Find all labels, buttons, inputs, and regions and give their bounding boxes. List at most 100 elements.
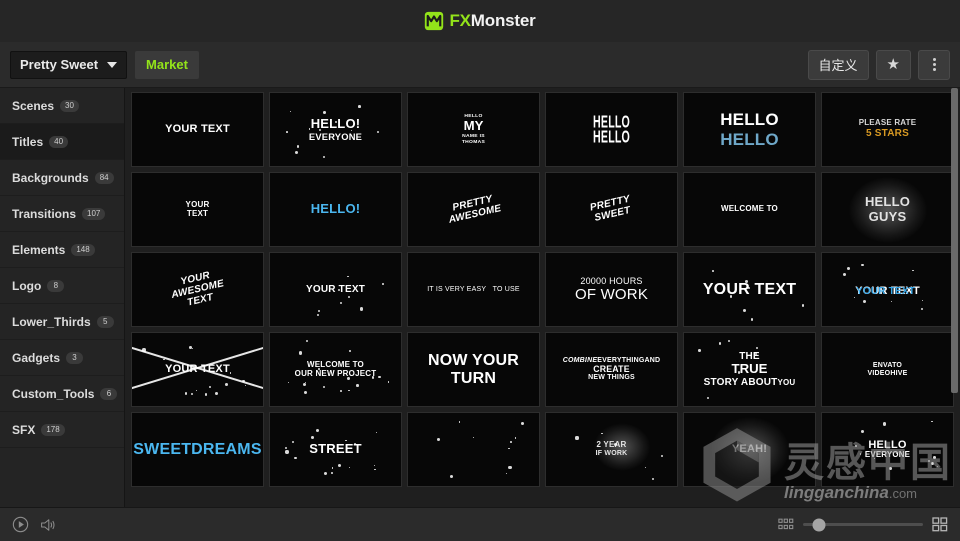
slider-handle[interactable] <box>812 518 826 531</box>
grid-item[interactable]: WELCOME TO OUR NEW PROJECT <box>269 332 402 407</box>
grid-item[interactable]: HELLO EVERYONE <box>821 412 954 487</box>
grid-item[interactable]: PRETTY SWEET <box>545 172 678 247</box>
sidebar-label: Scenes <box>12 98 55 113</box>
star-icon: ★ <box>886 56 900 73</box>
grid-item[interactable]: YEAH! <box>683 412 816 487</box>
grid-item[interactable]: COMBINEEVERYTHINGAND CREATE NEW THINGS <box>545 332 678 407</box>
watermark-url-tld: .com <box>888 486 918 501</box>
sidebar-label: Custom_Tools <box>12 386 95 401</box>
sidebar-label: Backgrounds <box>12 170 89 185</box>
template-grid: YOUR TEXT HELLO! EVERYONE HELLO MY NAME IS THO… <box>131 92 954 487</box>
sidebar-count-badge: 84 <box>94 171 114 184</box>
grid-item-label: NOW YOUR TURN <box>427 351 520 387</box>
sidebar-label: Transitions <box>12 206 77 221</box>
grid-item-label: YOUR AWESOME TEXT <box>170 269 225 309</box>
grid-item-label: HELLO! <box>310 201 361 217</box>
play-button[interactable] <box>12 516 29 533</box>
grid-item-label: HELLO HELLO <box>720 110 779 149</box>
grid-vertical-scrollbar[interactable] <box>951 88 958 393</box>
grid-item[interactable]: 20000 HOURS OF WORK <box>545 252 678 327</box>
grid-item[interactable]: HELLO! EVERYONE <box>269 92 402 167</box>
template-grid-panel: YOUR TEXT HELLO! EVERYONE HELLO MY NAME IS THO… <box>125 88 960 507</box>
grid-item[interactable]: THE TRUE STORY ABOUTYOU <box>683 332 816 407</box>
tab-market[interactable]: Market <box>135 50 199 79</box>
grid-item-label: YOUR TEXT <box>702 280 797 298</box>
small-grid-icon <box>778 518 794 530</box>
grid-item-label: IT IS VERY EASY TO USE <box>427 285 520 293</box>
grid-item-label: ENVATO VIDEOHIVE <box>867 361 908 377</box>
thumbnail-size-slider[interactable] <box>803 518 923 531</box>
grid-item-label: PRETTY AWESOME <box>447 194 503 227</box>
grid-item[interactable]: YOUR TEXT <box>683 252 816 327</box>
grid-item[interactable]: YOUR TEXT <box>269 252 402 327</box>
grid-item[interactable]: HELLOGUYS <box>821 172 954 247</box>
footer-toolbar <box>0 507 960 541</box>
app-title: FXMonster <box>449 11 535 31</box>
grid-item-label: YOUR TEXT <box>185 199 210 218</box>
customize-button[interactable]: 自定义 <box>807 49 869 80</box>
sidebar-item-custom-tools[interactable]: Custom_Tools 6 <box>0 376 124 412</box>
sidebar-count-badge: 40 <box>49 135 69 148</box>
grid-item[interactable]: HELLO HELLO <box>683 92 816 167</box>
sidebar-count-badge: 178 <box>41 423 65 436</box>
sidebar-item-backgrounds[interactable]: Backgrounds 84 <box>0 160 124 196</box>
sidebar-count-badge: 30 <box>60 99 79 112</box>
logo-fx-text: FX <box>449 11 471 30</box>
grid-item-label: THE TRUE STORY ABOUTYOU <box>703 350 796 388</box>
grid-item[interactable]: PLEASE RATE 5 STARS <box>821 92 954 167</box>
grid-item[interactable]: ENVATO VIDEOHIVE <box>821 332 954 407</box>
sidebar-count-badge: 5 <box>96 315 114 328</box>
grid-item-label: YOUR TEXT YOUR TEXT <box>855 284 920 297</box>
favorites-button[interactable]: ★ <box>875 49 911 80</box>
grid-item[interactable]: IT IS VERY EASY TO USE <box>407 252 540 327</box>
grid-item[interactable]: YOUR TEXT <box>131 332 264 407</box>
small-grid-button[interactable] <box>778 518 794 531</box>
sidebar-label: Elements <box>12 242 66 257</box>
grid-item[interactable]: HELLO HELLO <box>545 92 678 167</box>
grid-item-label: PLEASE RATE 5 STARS <box>858 118 917 140</box>
grid-item-label: SWEETDREAMS <box>133 440 262 458</box>
thumbnail-size-controls <box>778 517 948 532</box>
grid-item-label: HELLO EVERYONE <box>864 438 911 460</box>
sidebar-count-badge: 107 <box>82 207 106 220</box>
more-options-button[interactable] <box>918 49 950 80</box>
main-body: Scenes 30 Titles 40 Backgrounds 84 Trans… <box>0 88 960 507</box>
large-grid-button[interactable] <box>932 517 948 532</box>
sidebar-item-titles[interactable]: Titles 40 <box>0 124 124 160</box>
grid-item[interactable]: YOUR AWESOME TEXT <box>131 252 264 327</box>
sidebar-item-elements[interactable]: Elements 148 <box>0 232 124 268</box>
speaker-icon <box>41 518 55 531</box>
app-header: FXMonster <box>0 0 960 42</box>
grid-item[interactable]: YOUR TEXT <box>131 92 264 167</box>
sidebar-item-transitions[interactable]: Transitions 107 <box>0 196 124 232</box>
project-dropdown[interactable]: Pretty Sweet <box>10 50 128 79</box>
sidebar-item-lower-thirds[interactable]: Lower_Thirds 5 <box>0 304 124 340</box>
sidebar-label: Titles <box>12 134 44 149</box>
grid-item-label: HELLO HELLO <box>593 111 630 146</box>
volume-button[interactable] <box>39 517 57 533</box>
play-circle-icon <box>12 516 29 533</box>
category-sidebar: Scenes 30 Titles 40 Backgrounds 84 Trans… <box>0 88 125 507</box>
sidebar-item-gadgets[interactable]: Gadgets 3 <box>0 340 124 376</box>
grid-item[interactable]: WELCOME TO <box>683 172 816 247</box>
sidebar-label: Gadgets <box>12 350 61 365</box>
sidebar-count-badge: 148 <box>71 243 95 256</box>
grid-item-label: WELCOME TO <box>721 204 778 214</box>
grid-item[interactable]: HELLO! <box>269 172 402 247</box>
grid-item[interactable]: STREET <box>269 412 402 487</box>
grid-item[interactable]: PRETTY AWESOME <box>407 172 540 247</box>
grid-item[interactable]: YOUR TEXT YOUR TEXT <box>821 252 954 327</box>
sidebar-item-scenes[interactable]: Scenes 30 <box>0 88 124 124</box>
sidebar-item-sfx[interactable]: SFX 178 <box>0 412 124 448</box>
grid-item[interactable] <box>407 412 540 487</box>
chevron-down-icon <box>107 61 118 68</box>
grid-item[interactable]: 2 YEARIF WORK <box>545 412 678 487</box>
grid-item[interactable]: NOW YOUR TURN <box>407 332 540 407</box>
grid-item[interactable]: HELLO MY NAME IS THOMAS <box>407 92 540 167</box>
sidebar-item-logo[interactable]: Logo 8 <box>0 268 124 304</box>
sidebar-label: Logo <box>12 278 42 293</box>
fxmonster-window: FXMonster Pretty Sweet Market 自定义 ★ Scen… <box>0 0 960 541</box>
grid-item-label: HELLO MY NAME IS THOMAS <box>461 113 486 145</box>
grid-item[interactable]: SWEETDREAMS <box>131 412 264 487</box>
grid-item[interactable]: YOUR TEXT <box>131 172 264 247</box>
